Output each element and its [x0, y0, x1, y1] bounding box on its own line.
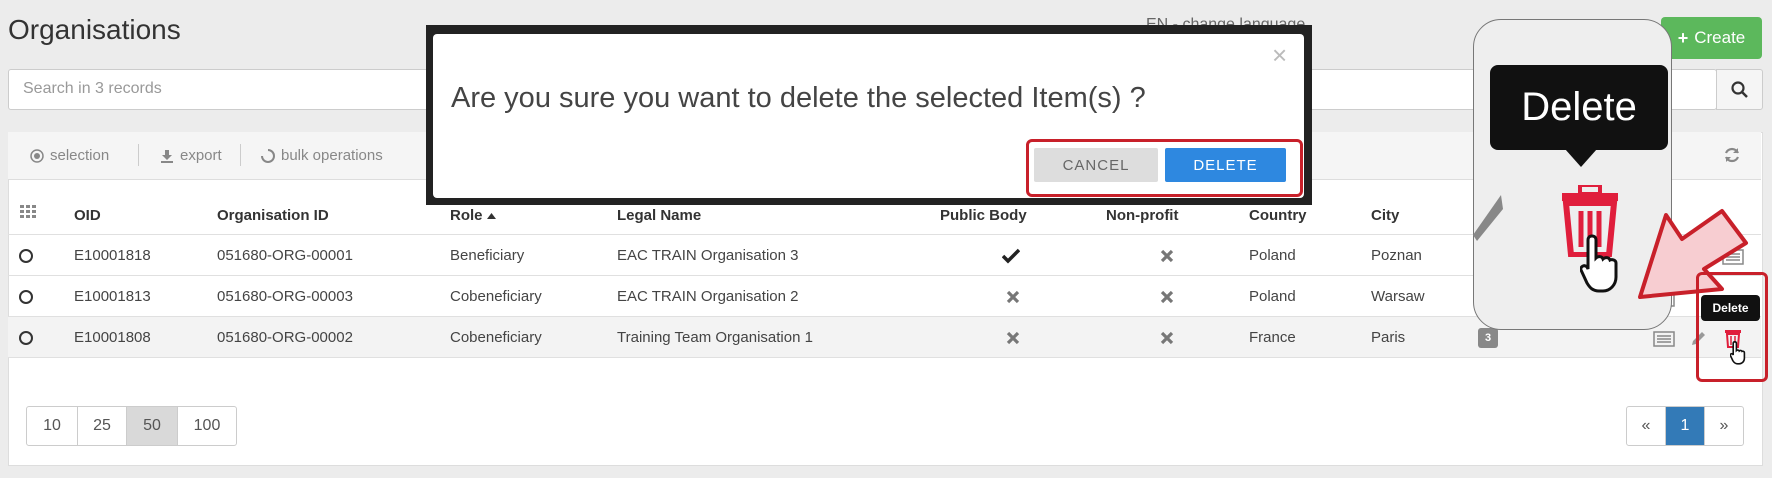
cross-icon	[1006, 331, 1020, 345]
header-country[interactable]: Country	[1249, 207, 1307, 224]
cell-legal-name: EAC TRAIN Organisation 2	[617, 288, 799, 305]
refresh-icon[interactable]	[1722, 145, 1742, 165]
cell-org-id: 051680-ORG-00001	[217, 247, 353, 264]
cell-oid: E10001808	[74, 329, 151, 346]
page-size-10[interactable]: 10	[27, 407, 78, 445]
cross-icon	[1160, 331, 1174, 345]
cell-oid: E10001818	[74, 247, 151, 264]
header-public-body[interactable]: Public Body	[940, 207, 1027, 224]
cell-city: Poznan	[1371, 247, 1422, 264]
attachments-badge: 3	[1478, 328, 1498, 348]
header-role-label: Role	[450, 207, 483, 224]
cell-legal-name: Training Team Organisation 1	[617, 329, 813, 346]
column-chooser-icon[interactable]	[20, 205, 36, 219]
page-size-selector: 10 25 50 100	[26, 406, 237, 446]
highlight-frame	[1026, 139, 1303, 197]
row-divider	[8, 357, 1761, 358]
create-button[interactable]: + Create	[1661, 17, 1762, 59]
tooltip-large: Delete	[1490, 65, 1668, 150]
row-select-radio[interactable]	[19, 249, 33, 263]
cell-role: Cobeneficiary	[450, 329, 542, 346]
export-label: export	[180, 147, 222, 164]
hand-cursor-icon	[1730, 340, 1746, 365]
plus-icon: +	[1677, 27, 1689, 48]
search-button[interactable]	[1716, 69, 1763, 110]
header-role[interactable]: Role	[450, 207, 496, 224]
download-icon	[161, 149, 173, 163]
page-title: Organisations	[8, 14, 181, 45]
pagination: « 1 »	[1626, 406, 1744, 446]
edit-pencil-icon	[1473, 195, 1503, 241]
cell-legal-name: EAC TRAIN Organisation 3	[617, 247, 799, 264]
tooltip-arrow	[1565, 149, 1597, 167]
cell-country: Poland	[1249, 247, 1296, 264]
header-city[interactable]: City	[1371, 207, 1399, 224]
dialog-message: Are you sure you want to delete the sele…	[451, 82, 1146, 114]
cross-icon	[1006, 290, 1020, 304]
header-legal-name[interactable]: Legal Name	[617, 207, 701, 224]
toolbar-divider	[240, 144, 241, 166]
cell-role: Beneficiary	[450, 247, 525, 264]
cell-city: Warsaw	[1371, 288, 1425, 305]
bulk-label: bulk operations	[281, 147, 383, 164]
details-icon[interactable]	[1653, 331, 1675, 347]
page-size-100[interactable]: 100	[178, 407, 236, 445]
page-1-button[interactable]: 1	[1666, 407, 1705, 445]
cross-icon	[1160, 290, 1174, 304]
header-oid[interactable]: OID	[74, 207, 101, 224]
cell-org-id: 051680-ORG-00002	[217, 329, 353, 346]
sort-asc-icon	[486, 212, 496, 219]
cell-org-id: 051680-ORG-00003	[217, 288, 353, 305]
selection-menu[interactable]: selection	[30, 147, 109, 164]
export-menu[interactable]: export	[160, 147, 222, 164]
page-size-50[interactable]: 50	[127, 407, 178, 445]
spinner-icon	[261, 148, 275, 163]
cell-role: Cobeneficiary	[450, 288, 542, 305]
next-page-button[interactable]: »	[1705, 407, 1743, 445]
prev-page-button[interactable]: «	[1627, 407, 1666, 445]
cell-city: Paris	[1371, 329, 1406, 346]
search-icon	[1730, 80, 1748, 98]
header-non-profit[interactable]: Non-profit	[1106, 207, 1178, 224]
row-select-radio[interactable]	[19, 331, 33, 345]
create-label: Create	[1694, 28, 1746, 47]
search-placeholder: Search in 3 records	[23, 80, 162, 97]
cell-country: Poland	[1249, 288, 1296, 305]
selection-label: selection	[50, 147, 110, 164]
cell-oid: E10001813	[74, 288, 151, 305]
check-icon	[1002, 248, 1020, 264]
radio-dot-icon	[30, 148, 44, 163]
page-size-25[interactable]: 25	[78, 407, 127, 445]
row-select-radio[interactable]	[19, 290, 33, 304]
cross-icon	[1160, 249, 1174, 263]
hand-cursor-icon	[1580, 234, 1618, 293]
header-organisation-id[interactable]: Organisation ID	[217, 207, 329, 224]
close-icon[interactable]: ×	[1272, 40, 1287, 71]
toolbar-divider	[138, 144, 139, 166]
tooltip-small: Delete	[1701, 295, 1760, 321]
bulk-operations-menu[interactable]: bulk operations	[261, 147, 383, 164]
cell-country: France	[1249, 329, 1296, 346]
